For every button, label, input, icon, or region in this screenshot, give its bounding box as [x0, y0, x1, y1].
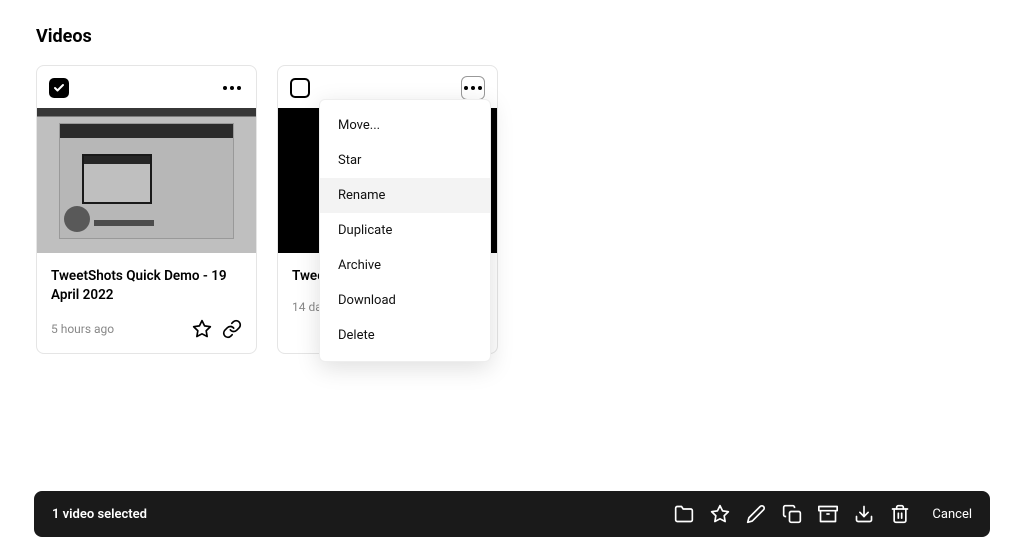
check-icon [53, 82, 65, 94]
menu-item-rename[interactable]: Rename [320, 178, 490, 213]
select-checkbox[interactable] [49, 78, 69, 98]
video-card[interactable]: TweetShots Quick Demo - 19 April 2022 5 … [36, 65, 257, 354]
more-icon [464, 86, 482, 90]
video-title: TweetShots Quick Demo - 19 April 2022 [51, 267, 242, 305]
select-checkbox[interactable] [290, 78, 310, 98]
duplicate-button[interactable] [782, 504, 802, 524]
context-menu: Move... Star Rename Duplicate Archive Do… [319, 99, 491, 362]
move-folder-button[interactable] [674, 504, 694, 524]
card-footer: 5 hours ago [51, 319, 242, 339]
edit-button[interactable] [746, 504, 766, 524]
trash-icon [890, 504, 910, 524]
card-body: TweetShots Quick Demo - 19 April 2022 5 … [37, 253, 256, 353]
cancel-button[interactable]: Cancel [932, 507, 972, 522]
menu-item-star[interactable]: Star [320, 143, 490, 178]
copy-icon [782, 504, 802, 524]
selection-count: 1 video selected [52, 507, 147, 522]
menu-item-move[interactable]: Move... [320, 108, 490, 143]
star-icon [710, 504, 730, 524]
selection-actions: Cancel [674, 504, 972, 524]
pencil-icon [746, 504, 766, 524]
star-button[interactable] [192, 319, 212, 339]
menu-item-duplicate[interactable]: Duplicate [320, 213, 490, 248]
menu-item-download[interactable]: Download [320, 283, 490, 318]
more-options-button[interactable] [461, 76, 485, 100]
folder-icon [674, 504, 694, 524]
delete-button[interactable] [890, 504, 910, 524]
video-thumbnail[interactable] [37, 108, 256, 253]
more-options-button[interactable] [220, 76, 244, 100]
menu-item-archive[interactable]: Archive [320, 248, 490, 283]
card-actions [192, 319, 242, 339]
page-title: Videos [0, 0, 1024, 47]
archive-button[interactable] [818, 504, 838, 524]
download-icon [854, 504, 874, 524]
link-icon [222, 319, 242, 339]
star-button[interactable] [710, 504, 730, 524]
archive-icon [818, 504, 838, 524]
more-icon [223, 86, 241, 90]
download-button[interactable] [854, 504, 874, 524]
video-timestamp: 5 hours ago [51, 322, 114, 336]
video-card-grid: TweetShots Quick Demo - 19 April 2022 5 … [0, 47, 1024, 354]
selection-bar: 1 video selected Cancel [34, 491, 990, 537]
star-icon [192, 319, 212, 339]
menu-item-delete[interactable]: Delete [320, 318, 490, 353]
link-button[interactable] [222, 319, 242, 339]
card-top-row [37, 66, 256, 108]
